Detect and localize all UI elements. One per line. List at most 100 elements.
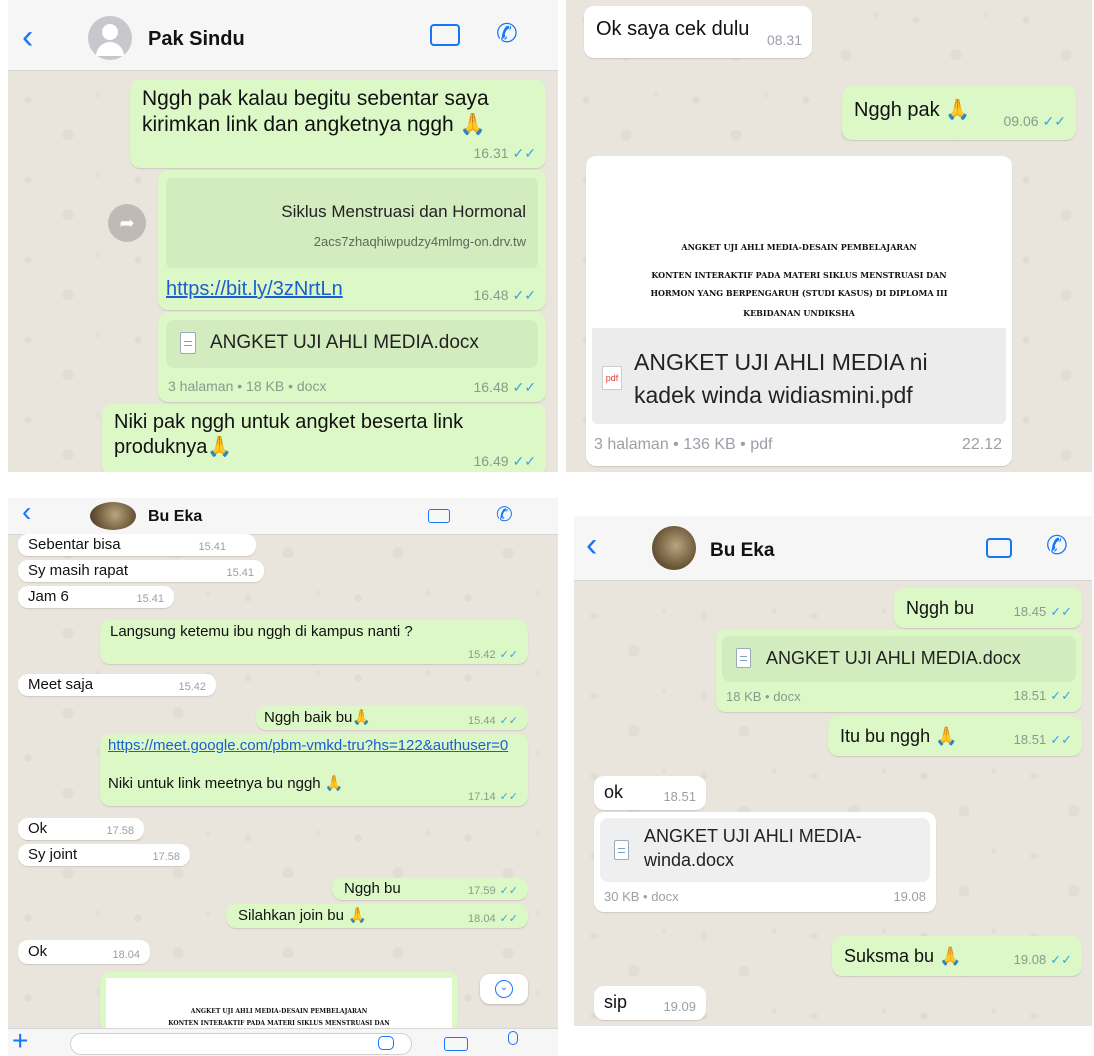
link-title: Siklus Menstruasi dan Hormonal <box>281 202 526 221</box>
message-text: Sebentar bisa <box>28 536 121 553</box>
document-row[interactable]: ANGKET UJI AHLI MEDIA-winda.docx <box>600 818 930 882</box>
microphone-icon[interactable] <box>508 1031 518 1045</box>
contact-name[interactable]: Bu Eka <box>148 508 202 526</box>
back-chevron-icon[interactable]: ‹ <box>22 498 31 528</box>
message-time: 15.41 <box>226 567 254 579</box>
message-text: Jam 6 <box>28 588 69 605</box>
message-bubble[interactable]: Nggh bu 17.59 ✓✓ <box>332 878 528 900</box>
chevron-down-icon: ⌄ <box>495 980 513 998</box>
message-bubble[interactable]: ok 18.51 <box>594 776 706 810</box>
message-bubble[interactable]: sip 19.09 <box>594 986 706 1020</box>
chat-panel-document: Ok saya cek dulu 08.31 Nggh pak 🙏 09.06 ✓… <box>566 0 1092 472</box>
message-bubble[interactable]: Ok 17.58 <box>18 818 144 840</box>
document-name: ANGKET UJI AHLI MEDIA-winda.docx <box>644 826 862 871</box>
double-check-icon: ✓✓ <box>499 715 518 727</box>
chat-panel-bu-eka-2: ‹ Bu Eka ✆ Nggh bu 18.45 ✓✓ ANGKET UJI AH… <box>574 516 1092 1026</box>
double-check-icon: ✓✓ <box>1050 604 1072 619</box>
folded-hands-icon: 🙏 <box>348 907 367 924</box>
message-text: Suksma bu <box>844 946 935 966</box>
folded-hands-icon: 🙏 <box>352 709 372 726</box>
message-bubble[interactable]: Ok saya cek dulu 08.31 <box>584 6 812 58</box>
message-bubble[interactable]: Itu bu nggh 🙏 18.51 ✓✓ <box>828 716 1082 756</box>
document-row[interactable]: ANGKET UJI AHLI MEDIA.docx <box>166 320 538 368</box>
contact-name[interactable]: Pak Sindu <box>148 28 245 51</box>
phone-icon[interactable]: ✆ <box>496 18 518 49</box>
double-check-icon: ✓✓ <box>1050 688 1072 703</box>
document-row[interactable]: ANGKET UJI AHLI MEDIA.docx <box>722 636 1076 682</box>
message-bubble[interactable]: Nggh bu 18.45 ✓✓ <box>894 588 1082 628</box>
document-info: 30 KB • docx <box>604 889 679 904</box>
link-preview-card[interactable]: Siklus Menstruasi dan Hormonal 2acs7zhaq… <box>166 178 538 268</box>
video-camera-icon[interactable] <box>986 538 1012 558</box>
folded-hands-icon: 🙏 <box>324 775 344 792</box>
message-bubble[interactable]: Niki pak nggh untuk angket beserta link … <box>102 404 546 472</box>
video-camera-icon[interactable] <box>430 24 460 46</box>
message-text: Sy masih rapat <box>28 562 129 579</box>
preview-line: ANGKET UJI AHLI MEDIA-DESAIN PEMBELAJARA… <box>190 1008 368 1015</box>
plus-icon[interactable]: + <box>12 1025 28 1056</box>
forward-button[interactable]: ➦ <box>108 204 146 242</box>
message-input[interactable] <box>70 1033 412 1055</box>
document-info: 3 halaman • 18 KB • docx <box>168 378 327 394</box>
message-bubble[interactable]: Ok 18.04 <box>18 940 150 964</box>
link-message-bubble[interactable]: https://meet.google.com/pbm-vmkd-tru?hs=… <box>100 734 528 806</box>
avatar[interactable] <box>88 16 132 60</box>
folded-hands-icon: 🙏 <box>939 946 962 966</box>
link-url[interactable]: https://bit.ly/3zNrtLn <box>166 278 343 301</box>
message-text: Nggh bu <box>344 880 401 897</box>
preview-line: HORMON YANG BERPENGARUH (STUDI KASUS) DI… <box>650 288 948 298</box>
message-text: ok <box>604 782 624 802</box>
avatar[interactable] <box>652 526 696 570</box>
folded-hands-icon: 🙏 <box>207 436 233 458</box>
message-text: Ok <box>28 943 48 960</box>
message-bubble[interactable]: Jam 6 15.41 <box>18 586 174 608</box>
contact-name[interactable]: Bu Eka <box>710 540 774 562</box>
video-camera-icon[interactable] <box>428 509 450 523</box>
document-preview[interactable]: ANGKET UJI AHLI MEDIA-DESAIN PEMBELAJARA… <box>106 978 452 1032</box>
message-text: Ok saya cek dulu <box>596 18 750 40</box>
document-message-bubble[interactable]: ANGKET UJI AHLI MEDIA.docx 3 halaman • 1… <box>158 312 546 402</box>
message-time: 19.08 <box>1013 952 1047 967</box>
message-bubble[interactable]: Nggh pak 🙏 09.06 ✓✓ <box>842 86 1076 140</box>
document-message-bubble[interactable]: ANGKET UJI AHLI MEDIA-winda.docx 30 KB •… <box>594 812 936 912</box>
phone-icon[interactable]: ✆ <box>1046 530 1068 561</box>
chat-header: ‹ Bu Eka ✆ <box>574 516 1092 581</box>
message-time: 17.59 <box>468 885 496 897</box>
message-bubble[interactable]: Sebentar bisa 15.41 <box>18 534 256 556</box>
message-time: 17.58 <box>152 851 180 863</box>
document-preview[interactable]: ANGKET UJI AHLI MEDIA-DESAIN PEMBELAJARA… <box>592 162 1006 328</box>
message-bubble[interactable]: Langsung ketemu ibu nggh di kampus nanti… <box>100 620 528 664</box>
link-message-bubble[interactable]: Siklus Menstruasi dan Hormonal 2acs7zhaq… <box>158 170 546 310</box>
preview-line: ANGKET UJI AHLI MEDIA-DESAIN PEMBELAJARA… <box>681 242 917 252</box>
message-bubble[interactable]: Nggh baik bu🙏 15.44 ✓✓ <box>256 706 528 730</box>
message-time: 16.31 <box>473 145 509 161</box>
message-time: 22.12 <box>961 436 1002 453</box>
back-chevron-icon[interactable]: ‹ <box>586 526 597 565</box>
camera-icon[interactable] <box>444 1037 468 1051</box>
message-time: 17.14 <box>468 791 496 803</box>
document-message-bubble[interactable]: ANGKET UJI AHLI MEDIA-DESAIN PEMBELAJARA… <box>586 156 1012 466</box>
folded-hands-icon: 🙏 <box>935 726 958 746</box>
message-time: 08.31 <box>766 32 802 48</box>
phone-icon[interactable]: ✆ <box>496 502 513 527</box>
message-text: Nggh pak kalau begitu sebentar saya kiri… <box>142 87 489 137</box>
message-bubble[interactable]: Sy masih rapat 15.41 <box>18 560 264 582</box>
back-chevron-icon[interactable]: ‹ <box>22 18 33 57</box>
link-url[interactable]: https://meet.google.com/pbm-vmkd-tru?hs=… <box>108 737 518 755</box>
message-text: Ok <box>28 820 48 837</box>
message-bubble[interactable]: Suksma bu 🙏 19.08 ✓✓ <box>832 936 1082 976</box>
scroll-down-button[interactable]: ⌄ <box>480 974 528 1004</box>
message-time: 18.51 <box>1013 732 1047 747</box>
chat-panel-bu-eka-1: ‹ Bu Eka ✆ Sebentar bisa 15.41 Sy masih … <box>8 498 558 1056</box>
double-check-icon: ✓✓ <box>1042 113 1066 129</box>
document-message-bubble[interactable]: ANGKET UJI AHLI MEDIA-DESAIN PEMBELAJARA… <box>100 972 458 1032</box>
sticker-icon[interactable] <box>378 1036 394 1050</box>
message-bubble[interactable]: Nggh pak kalau begitu sebentar saya kiri… <box>130 80 546 168</box>
message-bubble[interactable]: Sy joint 17.58 <box>18 844 190 866</box>
double-check-icon: ✓✓ <box>499 913 518 925</box>
document-row[interactable]: pdf ANGKET UJI AHLI MEDIA ni kadek winda… <box>592 328 1006 424</box>
avatar[interactable] <box>90 502 136 530</box>
message-bubble[interactable]: Silahkan join bu 🙏 18.04 ✓✓ <box>226 904 528 928</box>
message-bubble[interactable]: Meet saja 15.42 <box>18 674 216 696</box>
document-message-bubble[interactable]: ANGKET UJI AHLI MEDIA.docx 18 KB • docx … <box>716 630 1082 712</box>
